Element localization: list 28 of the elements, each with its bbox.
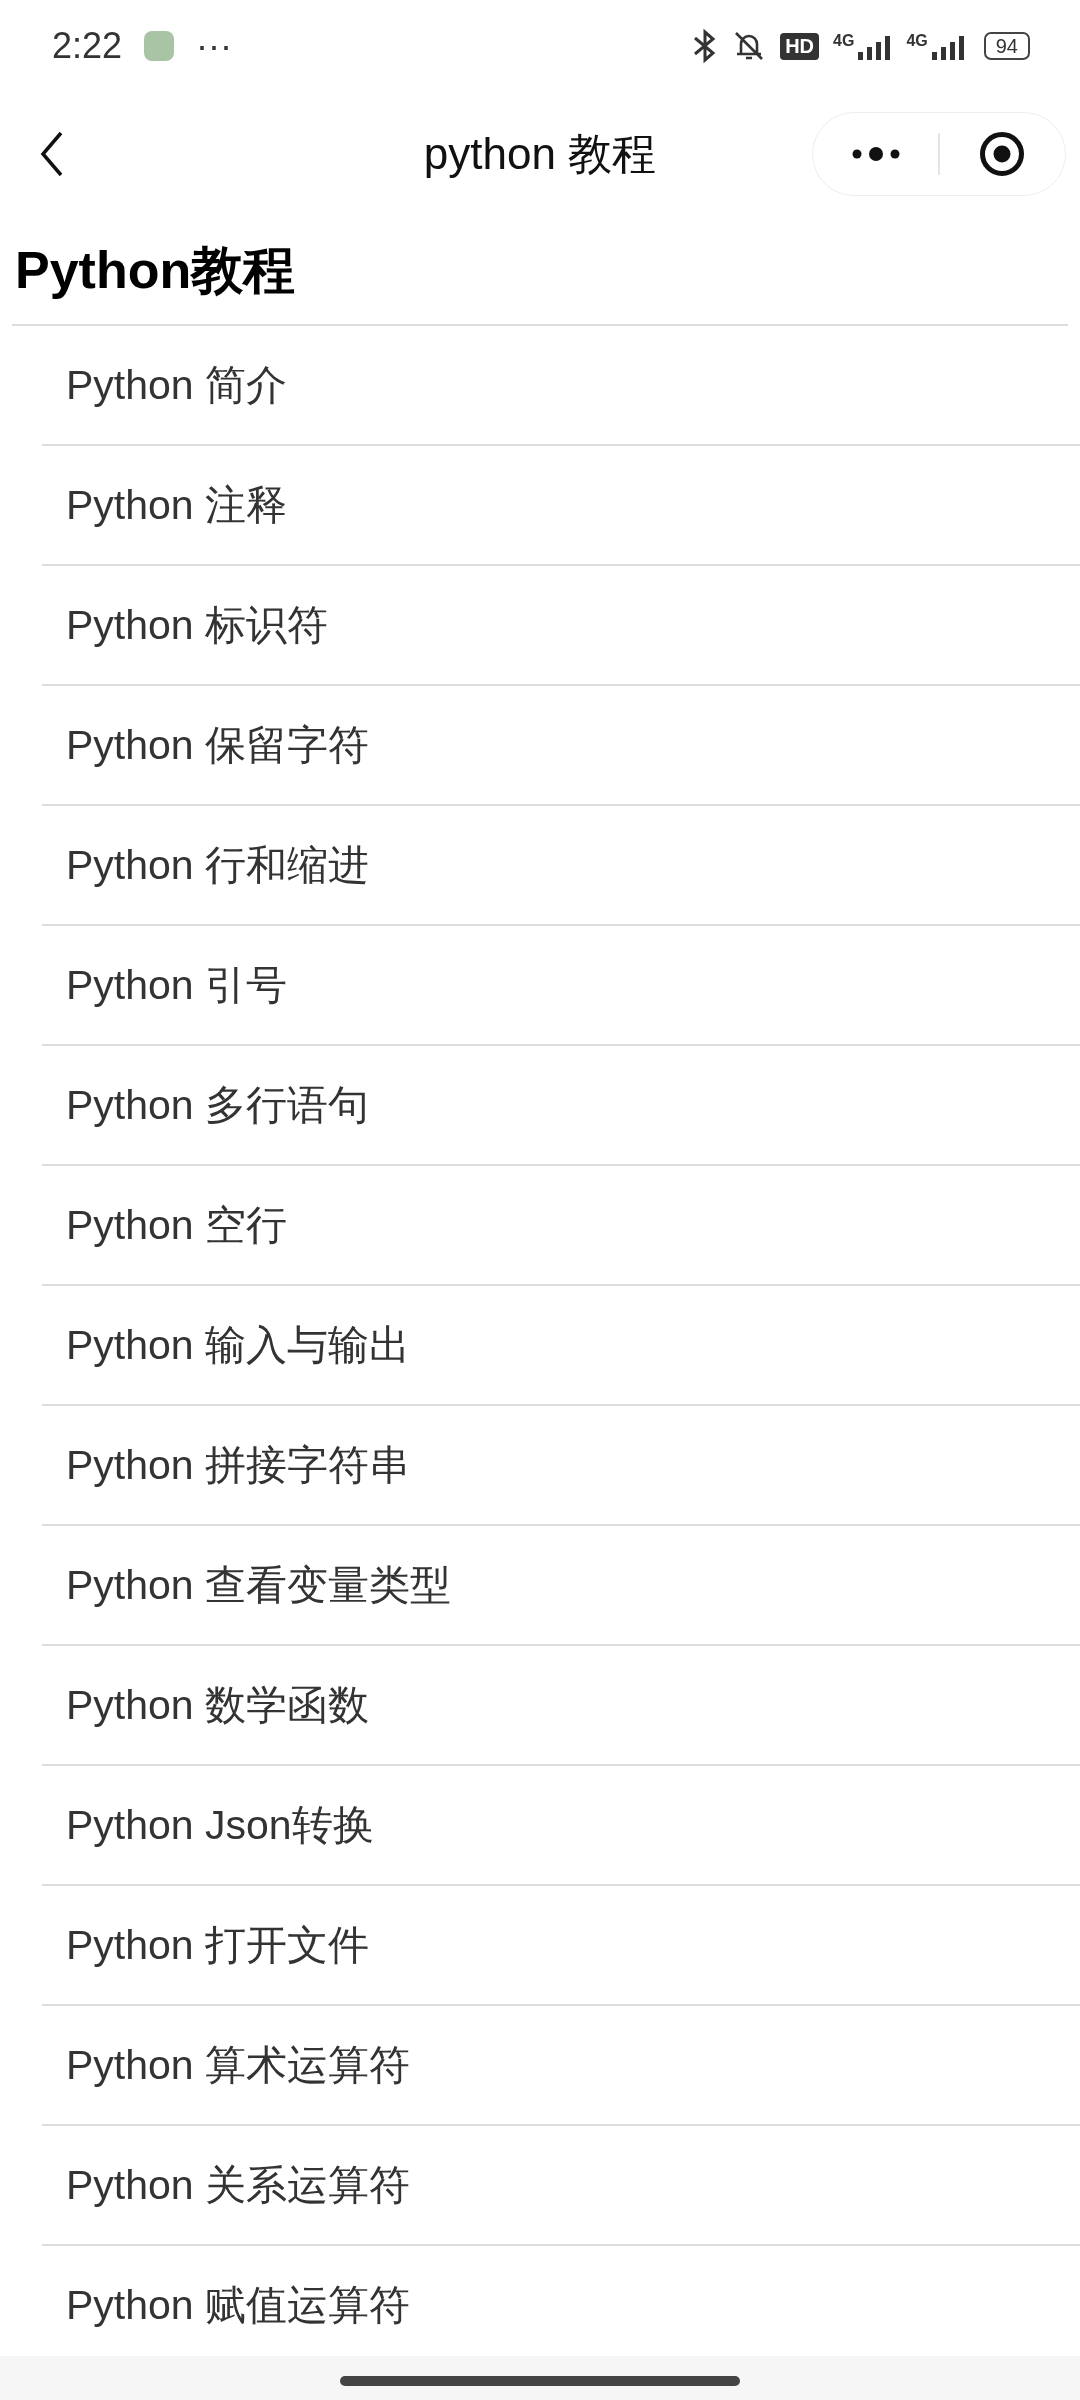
- tutorial-link[interactable]: Python 拼接字符串: [42, 1406, 1080, 1526]
- tutorial-link[interactable]: Python 关系运算符: [42, 2126, 1080, 2246]
- tutorial-link[interactable]: Python 行和缩进: [42, 806, 1080, 926]
- back-icon[interactable]: [40, 131, 64, 177]
- tutorial-link[interactable]: Python 标识符: [42, 566, 1080, 686]
- tutorial-link[interactable]: Python 空行: [42, 1166, 1080, 1286]
- tutorial-link[interactable]: Python 数学函数: [42, 1646, 1080, 1766]
- tutorial-link[interactable]: Python 注释: [42, 446, 1080, 566]
- hd-badge: HD: [780, 32, 820, 60]
- page-title: python 教程: [422, 127, 658, 180]
- tutorial-link[interactable]: Python 打开文件: [42, 1886, 1080, 2006]
- network-label: 4G: [906, 32, 928, 50]
- tutorial-link[interactable]: Python 保留字符: [42, 686, 1080, 806]
- tutorial-link[interactable]: Python 简介: [42, 326, 1080, 446]
- tutorial-link[interactable]: Python Json转换: [42, 1766, 1080, 1886]
- more-notifications-icon: ···: [196, 25, 233, 67]
- tutorial-link[interactable]: Python 输入与输出: [42, 1286, 1080, 1406]
- time: 2:22: [52, 25, 123, 67]
- tutorial-link[interactable]: Python 多行语句: [42, 1046, 1080, 1166]
- more-icon: [850, 146, 901, 162]
- app-icon: [144, 31, 175, 61]
- target-icon: [979, 131, 1026, 177]
- tutorial-link[interactable]: Python 算术运算符: [42, 2006, 1080, 2126]
- battery-level: 94: [983, 32, 1030, 60]
- tutorial-link[interactable]: Python 查看变量类型: [42, 1526, 1080, 1646]
- network-label: 4G: [833, 32, 855, 50]
- tutorial-link[interactable]: Python 引号: [42, 926, 1080, 1046]
- page-heading: Python教程: [15, 240, 297, 300]
